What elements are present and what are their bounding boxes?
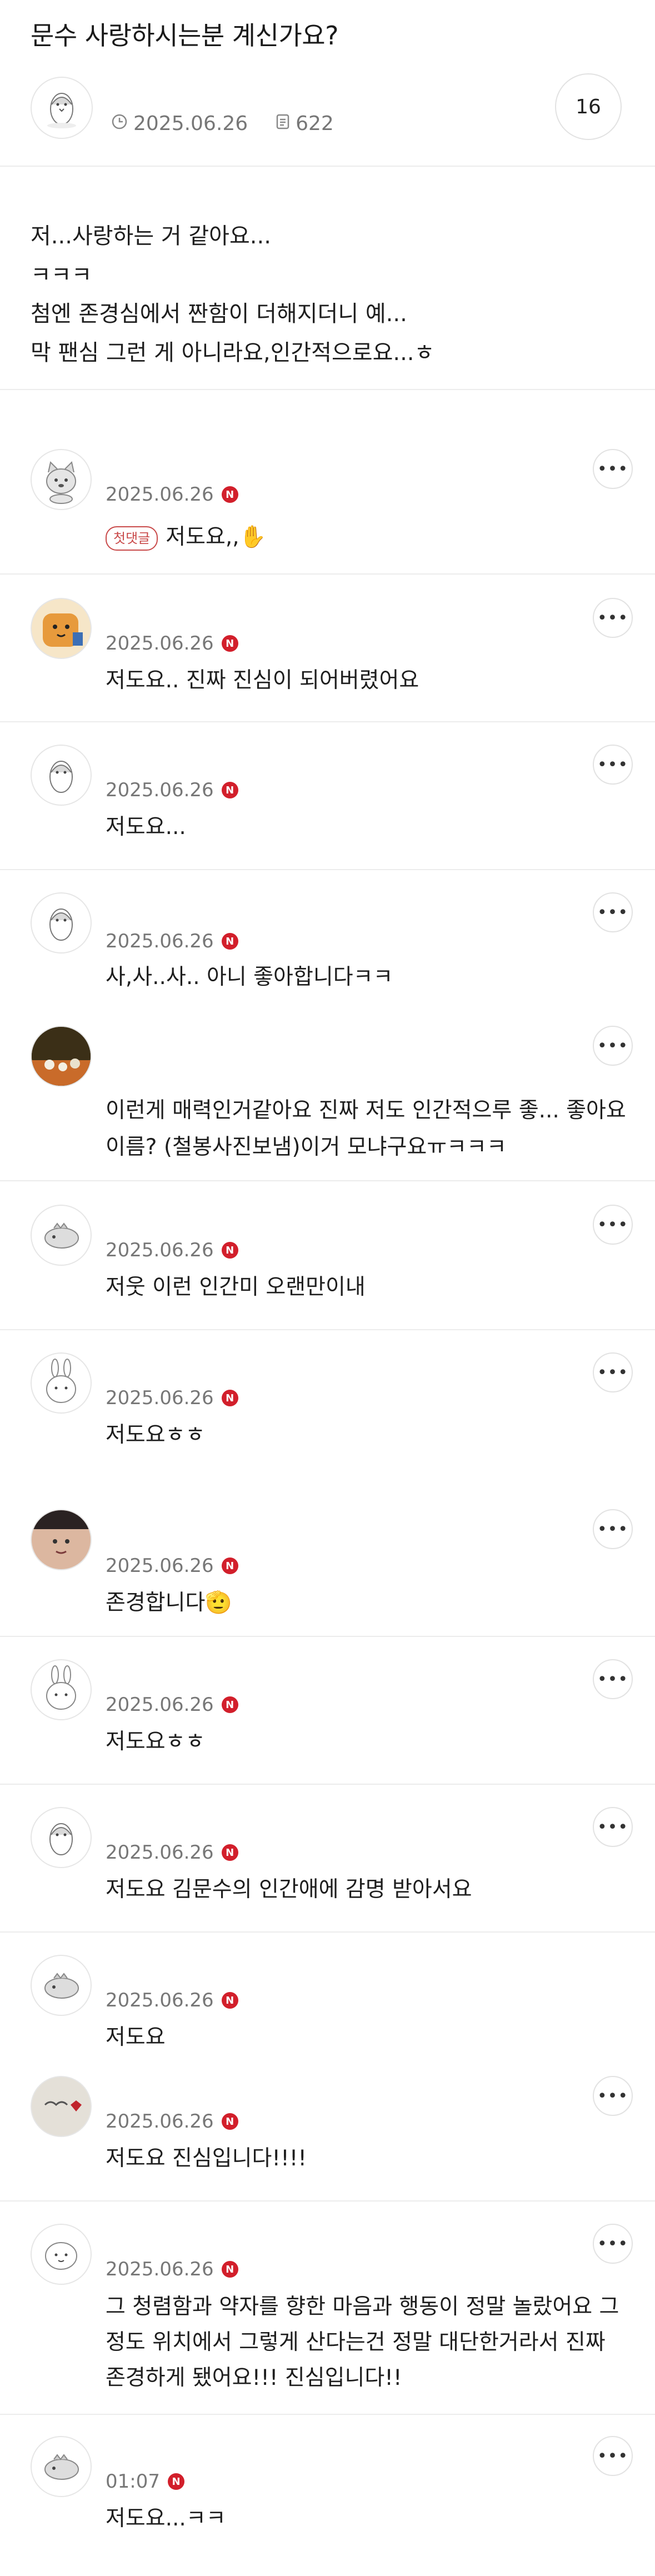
comment-date: 2025.06.26 N <box>106 1555 238 1577</box>
cat-avatar-icon[interactable] <box>31 449 92 510</box>
community-post-page: 문수 사랑하시는분 계신가요? 2025.06.26 622 16 저...사랑… <box>0 0 655 2576</box>
clock-icon <box>111 112 128 135</box>
comment-divider <box>0 573 655 575</box>
new-badge: N <box>167 2473 184 2490</box>
more-options-button[interactable]: ••• <box>593 598 633 638</box>
comment-date: 2025.06.26 N <box>106 1239 238 1261</box>
salute-emoji-icon: 🫡 <box>205 1590 232 1615</box>
post-body-line: 막 팬심 그런 게 아니라요,인간적으로요...ㅎ <box>31 340 435 366</box>
comment-date: 2025.06.26 N <box>106 1694 238 1716</box>
new-badge: N <box>221 635 238 652</box>
comment-divider <box>0 2414 655 2415</box>
more-options-button[interactable]: ••• <box>593 1659 633 1699</box>
tiger-avatar-icon[interactable] <box>31 598 92 659</box>
raised-hand-emoji-icon: ✋ <box>239 525 267 550</box>
more-options-button[interactable]: ••• <box>593 892 633 932</box>
dinosaur-avatar-icon[interactable] <box>31 1955 92 2016</box>
comment-text: 저도요ㅎㅎ <box>106 1422 206 1447</box>
penguin-avatar-icon[interactable] <box>31 892 92 953</box>
penguin-avatar-icon[interactable] <box>31 1807 92 1868</box>
more-options-button[interactable]: ••• <box>593 1807 633 1847</box>
comment-text: 이런게 매력인거같아요 진짜 저도 인간적으루 좋... 좋아요 이름? (철봉… <box>106 1098 626 1160</box>
more-options-button[interactable]: ••• <box>593 745 633 785</box>
views-icon <box>276 112 290 135</box>
comment-count-button[interactable]: 16 <box>555 73 622 140</box>
comment-date: 2025.06.26 N <box>106 483 238 506</box>
comment-divider <box>0 869 655 870</box>
comment-divider <box>0 1931 655 1933</box>
more-options-button[interactable]: ••• <box>593 1509 633 1549</box>
rabbit-avatar-icon[interactable] <box>31 1659 92 1720</box>
sticker-avatar-icon[interactable] <box>31 2076 92 2137</box>
post-title: 문수 사랑하시는분 계신가요? <box>31 21 339 51</box>
post-date: 2025.06.26 <box>133 112 248 135</box>
more-options-button[interactable]: ••• <box>593 449 633 489</box>
comment-date: 2025.06.26 N <box>106 1387 238 1409</box>
photo-avatar-icon[interactable] <box>31 1026 92 1087</box>
comment-date: 2025.06.26 N <box>106 1989 238 2011</box>
dinosaur-avatar-icon[interactable] <box>31 2436 92 2497</box>
comment-date: 2025.06.26 N <box>106 1841 238 1864</box>
dinosaur-avatar-icon[interactable] <box>31 1205 92 1266</box>
comment-text: 존경합니다🫡 <box>106 1590 232 1615</box>
comment-divider <box>0 1180 655 1181</box>
comment-date: 2025.06.26 N <box>106 2110 238 2133</box>
first-comment-badge: 첫댓글 <box>106 526 158 551</box>
penguin-avatar-icon[interactable] <box>31 745 92 806</box>
rabbit-avatar-icon[interactable] <box>31 1352 92 1414</box>
new-badge: N <box>221 782 238 798</box>
comment-divider <box>0 721 655 722</box>
new-badge: N <box>221 1390 238 1406</box>
new-badge: N <box>221 486 238 503</box>
more-options-button[interactable]: ••• <box>593 2224 633 2264</box>
comment-text: 저도요 김문수의 인간애에 감명 받아서요 <box>106 1877 472 1902</box>
author-avatar[interactable] <box>31 77 93 139</box>
new-badge: N <box>221 1242 238 1259</box>
more-options-button[interactable]: ••• <box>593 2436 633 2476</box>
comment-date: 2025.06.26 N <box>106 930 238 952</box>
new-badge: N <box>221 1557 238 1574</box>
comment-text: 저도요 <box>106 2025 166 2050</box>
more-options-button[interactable]: ••• <box>593 1352 633 1392</box>
comment-text: 저도요.. 진짜 진심이 되어버렸어요 <box>106 668 419 693</box>
new-badge: N <box>221 1992 238 2009</box>
post-views: 622 <box>296 112 334 135</box>
post-body: 저...사랑하는 거 같아요... ㅋㅋㅋ 첨엔 존경심에서 짠함이 더해지더니… <box>31 217 434 372</box>
comment-text: 저도요 진심입니다!!!! <box>106 2146 307 2171</box>
comment-text: 저도요ㅎㅎ <box>106 1729 206 1754</box>
comment-divider <box>0 1636 655 1637</box>
new-badge: N <box>221 2113 238 2130</box>
comment-text: 사,사..사.. 아니 좋아합니다ㅋㅋ <box>106 965 393 990</box>
comment-date: 01:07 N <box>106 2470 184 2493</box>
post-divider <box>0 389 655 390</box>
post-meta: 2025.06.26 622 <box>111 112 334 135</box>
post-body-line: ㅋㅋㅋ <box>31 262 92 288</box>
more-options-button[interactable]: ••• <box>593 1205 633 1245</box>
comment-date: 2025.06.26 N <box>106 779 238 801</box>
new-badge: N <box>221 1844 238 1861</box>
new-badge: N <box>221 2261 238 2278</box>
more-options-button[interactable]: ••• <box>593 2076 633 2116</box>
comment-text: 첫댓글 저도요,,✋ <box>106 520 628 555</box>
comment-date: 2025.06.26 N <box>106 2258 238 2280</box>
new-badge: N <box>221 933 238 950</box>
more-options-button[interactable]: ••• <box>593 1026 633 1066</box>
new-badge: N <box>221 1696 238 1713</box>
post-body-line: 첨엔 존경심에서 짠함이 더해지더니 예... <box>31 301 407 327</box>
comment-text: 저도요... <box>106 815 186 840</box>
comment-text: 그 청렴함과 약자를 향한 마음과 행동이 정말 놀랐어요 그 정도 위치에서 … <box>106 2294 619 2390</box>
blob-avatar-icon[interactable] <box>31 2224 92 2285</box>
comment-divider <box>0 2200 655 2201</box>
comment-text: 저웃 이런 인간미 오랜만이내 <box>106 1275 366 1300</box>
post-header: 문수 사랑하시는분 계신가요? 2025.06.26 622 16 <box>0 0 655 167</box>
comment-divider <box>0 1329 655 1330</box>
photo-avatar-icon[interactable] <box>31 1509 92 1570</box>
comment-text: 저도요...ㅋㅋ <box>106 2506 226 2531</box>
post-body-line: 저...사랑하는 거 같아요... <box>31 223 271 249</box>
penguin-avatar-icon <box>47 93 76 128</box>
comment-divider <box>0 1784 655 1785</box>
comment-date: 2025.06.26 N <box>106 632 238 655</box>
